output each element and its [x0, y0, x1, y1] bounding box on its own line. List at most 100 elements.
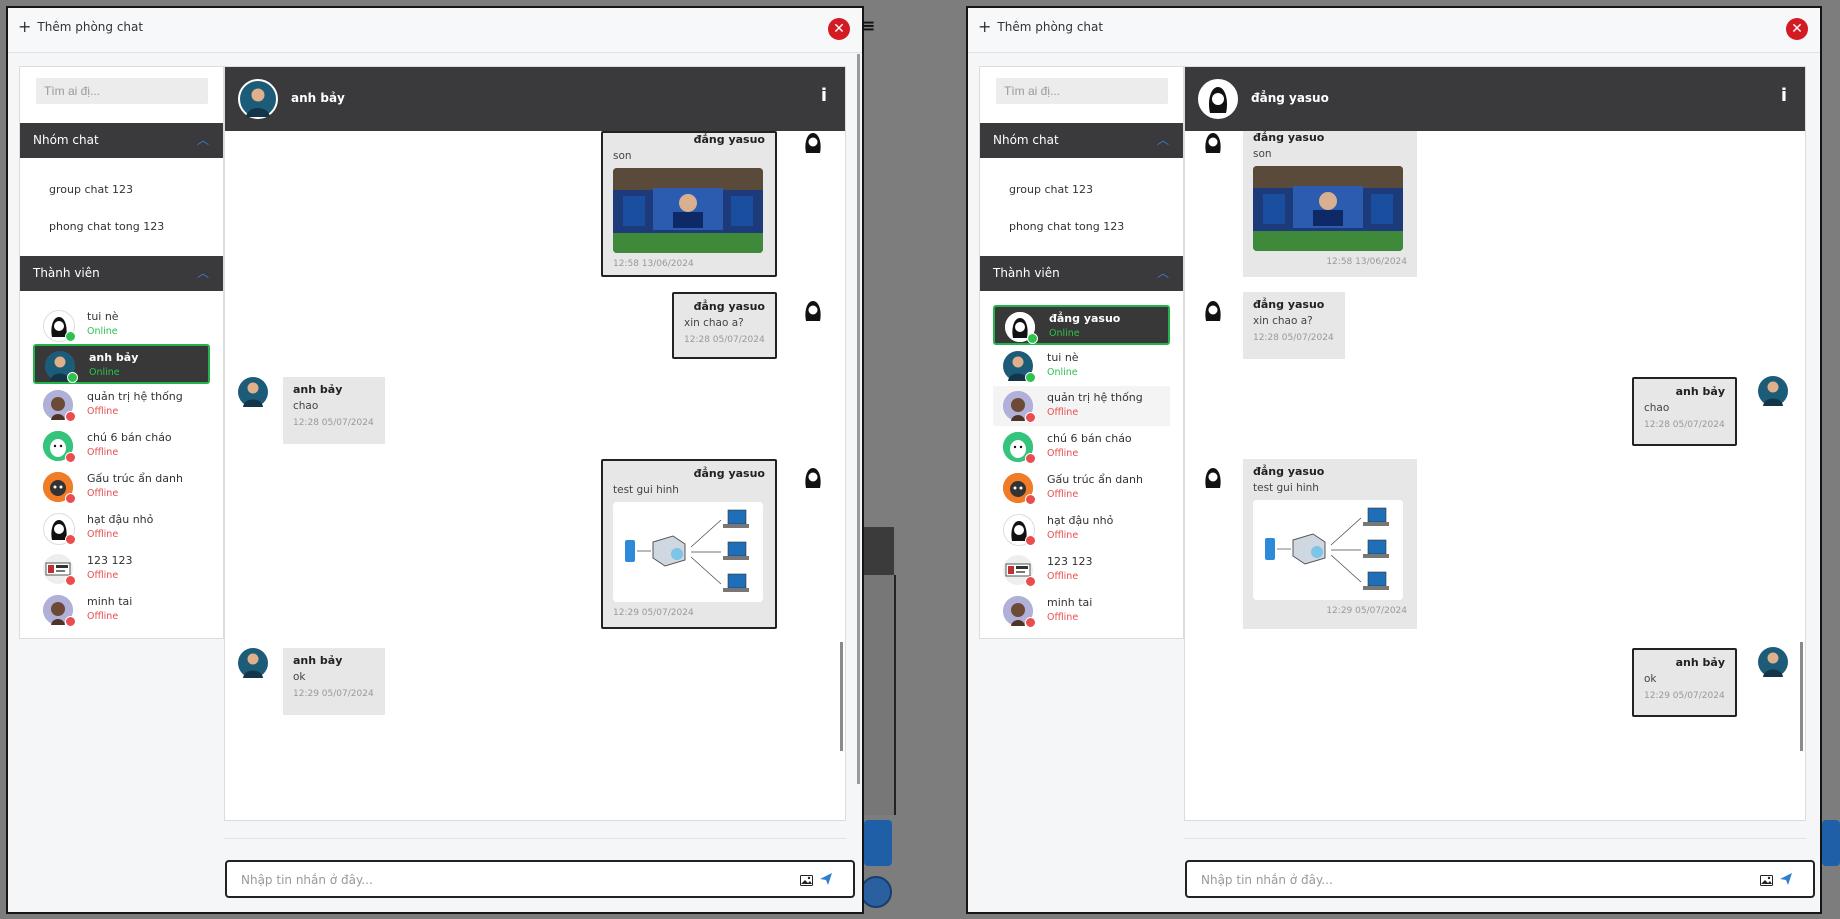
member-item[interactable]: chú 6 bán cháo Offline	[993, 427, 1170, 467]
message-bubble: đẳng yasuo test gui hinh 12:29 05/07/202…	[601, 459, 777, 629]
member-item[interactable]: minh tai Offline	[33, 590, 210, 630]
member-status: Offline	[1047, 612, 1079, 623]
message-bubble: đẳng yasuo son 12:58 13/06/2024	[601, 131, 777, 277]
message-time: 12:29 05/07/2024	[613, 608, 694, 618]
message-sender: anh bảy	[293, 383, 343, 396]
group-item[interactable]: phong chat tong 123	[49, 220, 164, 233]
image-icon[interactable]	[1760, 871, 1773, 890]
groups-title: Nhóm chat	[993, 133, 1059, 147]
status-dot	[65, 452, 76, 463]
member-status: Online	[89, 367, 120, 378]
group-item[interactable]: group chat 123	[49, 183, 133, 196]
message-bubble: anh bảy ok 12:29 05/07/2024	[1632, 648, 1737, 717]
add-room-button[interactable]: + Thêm phòng chat	[18, 19, 143, 35]
status-dot	[1025, 617, 1036, 628]
member-name: anh bảy	[89, 351, 139, 364]
background-send-button	[864, 820, 892, 866]
chevron-up-icon: ︿	[196, 133, 209, 147]
member-name: đẳng yasuo	[1049, 312, 1121, 325]
member-item[interactable]: chú 6 bán cháo Offline	[33, 426, 210, 466]
member-status: Offline	[87, 570, 119, 581]
status-dot	[65, 575, 76, 586]
member-item[interactable]: quản trị hệ thống Offline	[993, 386, 1170, 426]
window-scrollbar[interactable]	[857, 54, 860, 784]
status-dot	[1025, 372, 1036, 383]
member-item[interactable]: Gấu trúc ẩn danh Offline	[993, 468, 1170, 508]
message-bubble: đẳng yasuo xin chao a? 12:28 05/07/2024	[1243, 292, 1345, 359]
message-sender: đẳng yasuo	[1253, 465, 1325, 478]
members-header[interactable]: Thành viên ︿	[980, 256, 1183, 291]
member-status: Offline	[1047, 448, 1079, 459]
members-title: Thành viên	[33, 266, 100, 280]
avatar	[798, 462, 828, 492]
message-time: 12:28 05/07/2024	[1253, 333, 1334, 343]
avatar	[1758, 376, 1788, 406]
member-item[interactable]: 123 123 Offline	[33, 549, 210, 589]
chat-window: + Thêm phòng chat ✕ Nhóm chat ︿ group ch…	[6, 6, 864, 914]
message-time: 12:29 05/07/2024	[1644, 691, 1725, 701]
member-item[interactable]: minh tai Offline	[993, 591, 1170, 631]
member-item[interactable]: quản trị hệ thống Offline	[33, 385, 210, 425]
image-icon[interactable]	[800, 871, 813, 890]
status-dot	[1027, 333, 1038, 344]
message-sender: đẳng yasuo	[1253, 298, 1325, 311]
info-icon[interactable]: i	[821, 85, 827, 106]
member-item-active[interactable]: đẳng yasuo Online	[993, 305, 1170, 345]
message-image[interactable]	[1253, 500, 1403, 600]
send-icon[interactable]	[1779, 871, 1793, 890]
status-dot	[65, 411, 76, 422]
member-name: hạt đậu nhỏ	[1047, 514, 1114, 527]
member-item-active[interactable]: anh bảy Online	[33, 344, 210, 384]
info-icon[interactable]: i	[1781, 85, 1787, 106]
chat-window: + Thêm phòng chat ✕ Nhóm chat ︿ group ch…	[966, 6, 1822, 914]
member-name: chú 6 bán cháo	[1047, 432, 1132, 445]
groups-header[interactable]: Nhóm chat ︿	[20, 123, 223, 158]
chat-title: anh bảy	[291, 91, 345, 105]
sidebar: Nhóm chat ︿ group chat 123 phong chat to…	[19, 66, 224, 639]
add-room-button[interactable]: + Thêm phòng chat	[978, 19, 1103, 35]
member-status: Offline	[1047, 489, 1079, 500]
member-status: Offline	[1047, 407, 1079, 418]
member-item[interactable]: tui nè Online	[993, 346, 1170, 386]
group-item[interactable]: group chat 123	[1009, 183, 1093, 196]
member-name: minh tai	[87, 595, 133, 608]
search-input[interactable]	[36, 78, 208, 104]
members-header[interactable]: Thành viên ︿	[20, 256, 223, 291]
close-icon[interactable]: ✕	[1786, 18, 1808, 40]
message-image[interactable]	[613, 168, 763, 253]
message-text: chao	[1644, 402, 1670, 414]
avatar	[238, 377, 268, 407]
member-item[interactable]: hạt đậu nhỏ Offline	[993, 509, 1170, 549]
member-status: Online	[1047, 367, 1078, 378]
member-item[interactable]: 123 123 Offline	[993, 550, 1170, 590]
group-item[interactable]: phong chat tong 123	[1009, 220, 1124, 233]
background-menu-icon: ≡	[862, 16, 876, 35]
member-status: Offline	[87, 529, 119, 540]
member-item[interactable]: tui nè Online	[33, 305, 210, 345]
message-image[interactable]	[1253, 166, 1403, 251]
message-image[interactable]	[613, 502, 763, 602]
member-status: Online	[87, 326, 118, 337]
window-topbar: + Thêm phòng chat ✕	[8, 8, 862, 53]
message-input[interactable]	[1199, 870, 1743, 890]
member-status: Offline	[1047, 530, 1079, 541]
member-item[interactable]: hạt đậu nhỏ Offline	[33, 508, 210, 548]
groups-header[interactable]: Nhóm chat ︿	[980, 123, 1183, 158]
message-sender: đẳng yasuo	[693, 300, 765, 313]
member-status: Offline	[87, 488, 119, 499]
send-icon[interactable]	[819, 871, 833, 890]
chat-scrollbar[interactable]	[1800, 642, 1803, 751]
message-input[interactable]	[239, 870, 783, 890]
avatar	[798, 295, 828, 325]
groups-title: Nhóm chat	[33, 133, 99, 147]
search-input[interactable]	[996, 78, 1168, 104]
member-item[interactable]: Gấu trúc ẩn danh Offline	[33, 467, 210, 507]
chat-header: anh bảy i	[225, 67, 845, 131]
message-input-bar	[225, 860, 855, 898]
member-name: quản trị hệ thống	[87, 390, 183, 403]
avatar	[1198, 295, 1228, 325]
chat-scrollbar[interactable]	[840, 642, 843, 751]
window-topbar: + Thêm phòng chat ✕	[968, 8, 1820, 53]
close-icon[interactable]: ✕	[828, 18, 850, 40]
status-dot	[65, 616, 76, 627]
